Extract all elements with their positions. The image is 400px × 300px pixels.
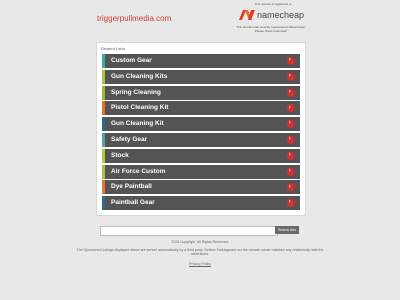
related-link-item[interactable]: Air Force Custom ›: [102, 164, 300, 179]
accent-bar: [102, 69, 105, 84]
related-links-list: Custom Gear › Gun Cleaning Kits › Spring Cle…: [102, 54, 300, 212]
arrow-right-icon: ›: [287, 183, 295, 192]
arrow-right-icon: ›: [287, 119, 295, 129]
related-link-item[interactable]: Spring Cleaning ›: [102, 85, 300, 100]
arrow-right-icon: ›: [287, 104, 295, 113]
registrar-note: This domain is registered at: [254, 2, 292, 6]
arrow-right-icon: ›: [287, 56, 295, 65]
accent-bar: [102, 164, 105, 179]
registrar-subtext: This domain was recently registered at N…: [236, 25, 306, 33]
related-link-label: Stock: [111, 151, 129, 159]
related-link-label: Gun Cleaning Kit: [111, 120, 164, 128]
related-link-label: Paintball Gear: [111, 199, 155, 207]
copyright-text: 2025 Copyright. All Rights Reserved.: [171, 240, 229, 244]
accent-bar: [102, 54, 105, 68]
related-link-label: Custom Gear: [111, 57, 152, 64]
related-link-item[interactable]: Paintball Gear ›: [102, 196, 300, 211]
related-link-item[interactable]: Safety Gear ›: [102, 132, 300, 147]
related-link-item[interactable]: Dye Paintball ›: [102, 180, 300, 195]
arrow-right-icon: ›: [287, 88, 295, 97]
related-links-panel: Related Links Custom Gear › Gun Cleaning K…: [96, 42, 306, 216]
related-link-label: Gun Cleaning Kits: [111, 72, 168, 80]
panel-title: Related Links: [101, 46, 126, 51]
accent-bar: [102, 180, 105, 195]
accent-bar: [102, 132, 105, 147]
related-link-label: Air Force Custom: [111, 167, 166, 175]
arrow-right-icon: ›: [287, 135, 295, 144]
related-link-label: Safety Gear: [111, 135, 148, 143]
related-link-label: Dye Paintball: [111, 183, 152, 191]
header: triggerpullmedia.com This domain is regi…: [0, 0, 400, 40]
accent-bar: [102, 117, 105, 132]
related-link-item[interactable]: Gun Cleaning Kits ›: [102, 69, 300, 84]
accent-bar: [102, 196, 105, 211]
accent-bar: [102, 148, 105, 163]
arrow-right-icon: ›: [287, 72, 295, 81]
search-ads-button[interactable]: Search Ads: [275, 226, 299, 234]
arrow-right-icon: ›: [287, 198, 295, 208]
related-link-item[interactable]: Stock ›: [102, 148, 300, 163]
domain-name[interactable]: triggerpullmedia.com: [97, 14, 171, 23]
namecheap-logo[interactable]: namecheap: [238, 8, 304, 22]
related-link-label: Pistol Cleaning Kit: [111, 104, 169, 112]
related-link-item[interactable]: Custom Gear ›: [102, 54, 300, 68]
disclaimer-text: The Sponsored Listings displayed above a…: [76, 248, 324, 256]
arrow-right-icon: ›: [287, 167, 295, 176]
accent-bar: [102, 101, 105, 116]
related-link-item[interactable]: Gun Cleaning Kit ›: [102, 117, 300, 132]
privacy-policy-link[interactable]: Privacy Policy: [70, 262, 330, 266]
arrow-right-icon: ›: [287, 151, 295, 160]
namecheap-n-icon: [239, 10, 255, 20]
related-link-label: Spring Cleaning: [111, 88, 161, 96]
related-link-item[interactable]: Pistol Cleaning Kit ›: [102, 101, 300, 116]
search-input[interactable]: [100, 226, 278, 236]
registrar-name: namecheap: [257, 10, 305, 20]
accent-bar: [102, 85, 105, 100]
